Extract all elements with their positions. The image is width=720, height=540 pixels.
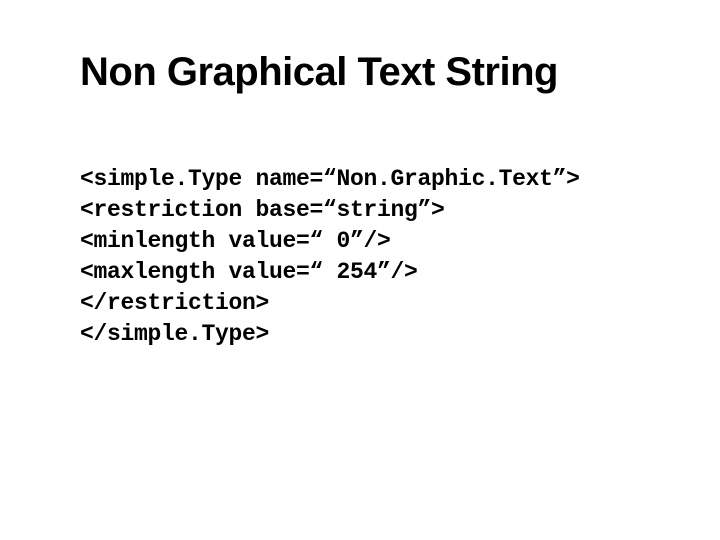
code-line: <maxlength value=“ 254”/> xyxy=(80,259,418,285)
code-line: <restriction base=“string”> xyxy=(80,197,445,223)
slide-title: Non Graphical Text String xyxy=(80,50,650,95)
code-line: <minlength value=“ 0”/> xyxy=(80,228,391,254)
code-line: <simple.Type name=“Non.Graphic.Text”> xyxy=(80,166,580,192)
code-line: </restriction> xyxy=(80,290,269,316)
slide: Non Graphical Text String <simple.Type n… xyxy=(0,0,720,540)
code-line: </simple.Type> xyxy=(80,321,269,347)
code-block: <simple.Type name=“Non.Graphic.Text”> <r… xyxy=(80,133,650,350)
